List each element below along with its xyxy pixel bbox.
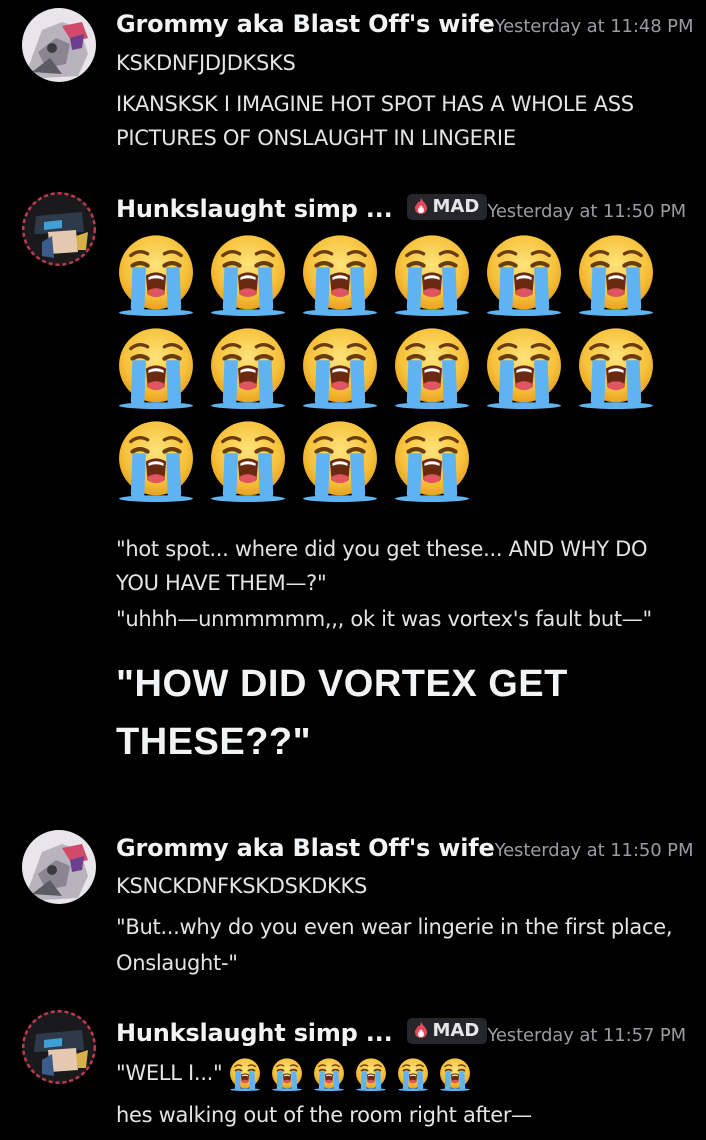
username[interactable]: Grommy aka Blast Off's wife [116, 834, 495, 862]
username[interactable]: Hunkslaught simp ... [116, 195, 393, 223]
heading-text: THESE??" [116, 721, 312, 763]
badge-label: MAD [432, 195, 480, 217]
loudly-crying-face-icon[interactable] [206, 418, 290, 502]
loudly-crying-face-icon[interactable] [206, 232, 290, 316]
role-badge[interactable]: MAD [406, 1017, 488, 1044]
message-text: IKANSKSK I IMAGINE HOT SPOT HAS A WHOLE … [116, 92, 634, 116]
username[interactable]: Grommy aka Blast Off's wife [116, 10, 495, 38]
message-text-inline: "WELL I..." [116, 1061, 223, 1085]
loudly-crying-face-icon[interactable] [206, 325, 290, 409]
avatar[interactable] [22, 8, 96, 82]
loudly-crying-face-icon[interactable] [390, 232, 474, 316]
inline-emoji-group [228, 1057, 480, 1091]
message-text: Onslaught-" [116, 951, 238, 975]
emoji-row [114, 418, 482, 502]
message-header: Grommy aka Blast Off's wife Yesterday at… [116, 834, 693, 862]
loudly-crying-face-icon[interactable] [390, 325, 474, 409]
message-text: KSKDNFJDJDKSKS [116, 51, 296, 75]
flame-icon [413, 1021, 429, 1039]
username[interactable]: Hunkslaught simp ... [116, 1019, 393, 1047]
message-text: "But...why do you even wear lingerie in … [116, 915, 673, 939]
message-text: "WELL I..." [116, 1056, 480, 1091]
loudly-crying-face-icon[interactable] [114, 325, 198, 409]
badge-label: MAD [432, 1019, 480, 1041]
loudly-crying-face-icon[interactable] [114, 232, 198, 316]
loudly-crying-face-icon[interactable] [396, 1057, 430, 1091]
loudly-crying-face-icon[interactable] [270, 1057, 304, 1091]
message-text: PICTURES OF ONSLAUGHT IN LINGERIE [116, 126, 516, 150]
message-header: Hunkslaught simp ... MAD Yesterday at 11… [116, 1017, 687, 1047]
timestamp: Yesterday at 11:50 PM [487, 201, 687, 222]
loudly-crying-face-icon[interactable] [482, 232, 566, 316]
loudly-crying-face-icon[interactable] [482, 325, 566, 409]
message-text: YOU HAVE THEM—?" [116, 571, 327, 595]
loudly-crying-face-icon[interactable] [390, 418, 474, 502]
loudly-crying-face-icon[interactable] [298, 418, 382, 502]
emoji-row [114, 325, 666, 409]
avatar[interactable] [22, 830, 96, 904]
loudly-crying-face-icon[interactable] [438, 1057, 472, 1091]
avatar[interactable] [22, 1010, 96, 1084]
heading-text: "HOW DID VORTEX GET [116, 663, 568, 705]
message-text: "uhhh—unmmmmm,,, ok it was vortex's faul… [116, 607, 652, 631]
loudly-crying-face-icon[interactable] [312, 1057, 346, 1091]
loudly-crying-face-icon[interactable] [574, 232, 658, 316]
message-header: Hunkslaught simp ... MAD Yesterday at 11… [116, 193, 687, 223]
loudly-crying-face-icon[interactable] [298, 232, 382, 316]
message-text: hes walking out of the room right after— [116, 1103, 532, 1127]
loudly-crying-face-icon[interactable] [574, 325, 658, 409]
message-header: Grommy aka Blast Off's wife Yesterday at… [116, 10, 693, 38]
loudly-crying-face-icon[interactable] [354, 1057, 388, 1091]
avatar[interactable] [22, 192, 96, 266]
loudly-crying-face-icon[interactable] [114, 418, 198, 502]
role-badge[interactable]: MAD [406, 193, 488, 220]
message-text: "hot spot... where did you get these... … [116, 537, 648, 561]
loudly-crying-face-icon[interactable] [228, 1057, 262, 1091]
emoji-row [114, 232, 666, 316]
timestamp: Yesterday at 11:57 PM [487, 1025, 687, 1046]
flame-icon [413, 197, 429, 215]
message-text: KSNCKDNFKSKDSKDKKS [116, 874, 367, 898]
timestamp: Yesterday at 11:48 PM [494, 16, 694, 37]
loudly-crying-face-icon[interactable] [298, 325, 382, 409]
timestamp: Yesterday at 11:50 PM [494, 840, 694, 861]
